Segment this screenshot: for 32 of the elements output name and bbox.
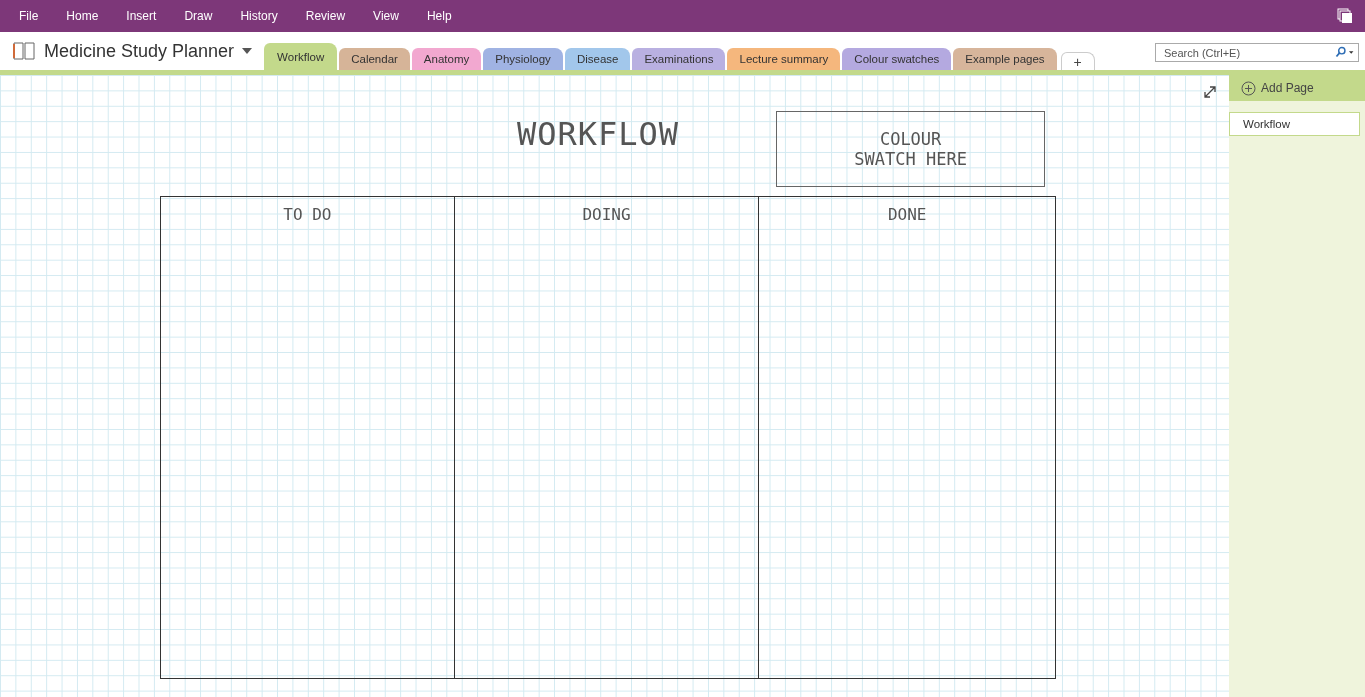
column-heading: TO DO [283,205,332,225]
add-circle-icon [1241,80,1256,96]
section-tab[interactable]: Anatomy [411,48,482,70]
section-tab[interactable]: Examinations [632,48,726,70]
menu-item[interactable]: Home [55,9,116,23]
menu-item[interactable]: File [8,9,56,23]
add-page-button[interactable]: Add Page [1229,75,1365,101]
menu-item[interactable]: Review [294,9,363,23]
windows-icon[interactable] [1337,8,1353,24]
menu-item[interactable]: History [229,9,295,23]
notebook-title[interactable]: Medicine Study Planner [44,40,235,62]
note-text: SWATCH HERE [854,149,967,169]
note-text: COLOUR [879,129,942,149]
section-tab[interactable]: Lecture summary [727,48,841,70]
add-section-tab[interactable]: + [1060,52,1095,70]
column-heading: DONE [887,205,927,225]
section-tab[interactable]: Physiology [483,48,563,70]
menu-item[interactable]: View [362,9,416,23]
section-tab[interactable]: Colour swatches [842,48,952,70]
column-heading: DOING [582,205,631,225]
menu-item[interactable]: Insert [115,9,174,23]
menu-item[interactable]: Draw [173,9,230,23]
page-item[interactable]: Workflow [1229,112,1360,136]
section-tab[interactable]: Calendar [339,48,410,70]
section-tab[interactable]: Example pages [953,48,1057,70]
menu-item[interactable]: Help [415,9,469,23]
dropdown-caret-icon[interactable] [242,48,253,54]
page-heading: WORKFLOW [517,115,680,153]
section-tab[interactable]: Disease [564,48,631,70]
notebook-icon[interactable] [12,41,36,61]
section-tab[interactable]: Workflow [264,43,338,70]
expand-icon[interactable] [1203,85,1217,99]
